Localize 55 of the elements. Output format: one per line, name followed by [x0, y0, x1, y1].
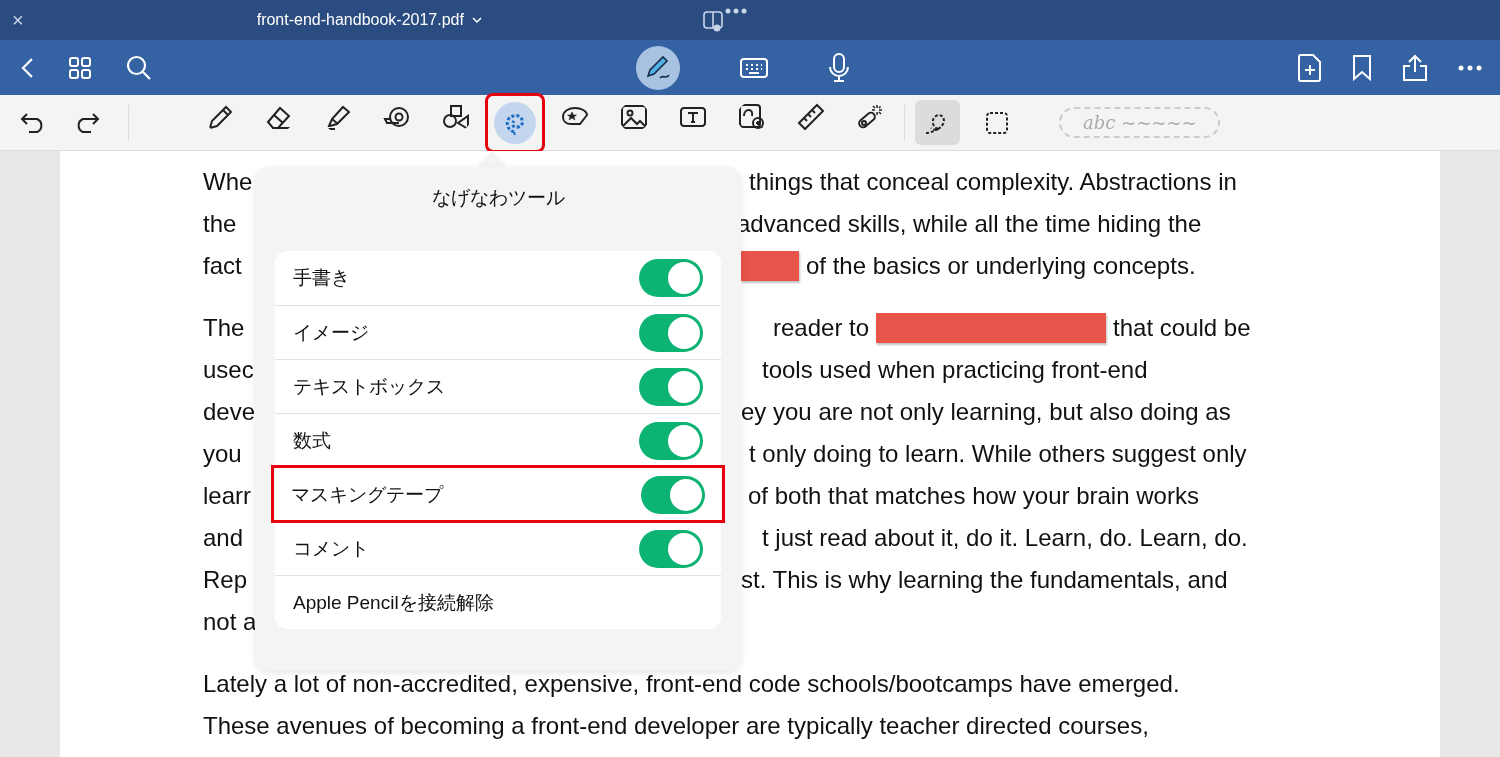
text-line: Lately a lot of non-accredited, expensive, front-end code schools/bootcamps have emerged.	[203, 669, 1180, 699]
toggle-switch[interactable]	[639, 421, 703, 460]
popover-title: なげなわツール	[430, 186, 566, 210]
setting-label: 手書き	[293, 266, 350, 290]
text-line: of the basics or underlying concepts.	[806, 251, 1196, 281]
text-line: st. This is why learning the fundamentals, and	[741, 565, 1228, 595]
text-line: and	[203, 523, 244, 553]
setting-label: テキストボックス	[293, 374, 445, 399]
bookmark-icon[interactable]	[1352, 54, 1372, 81]
microphone-icon[interactable]	[828, 52, 850, 83]
add-page-icon[interactable]	[1298, 53, 1322, 82]
share-icon[interactable]	[1402, 53, 1428, 82]
toggle-switch[interactable]	[641, 475, 705, 514]
text-line: Whe	[203, 167, 253, 197]
toggle-switch[interactable]	[639, 313, 703, 352]
text-line: not a	[203, 607, 257, 637]
pencil-icon[interactable]	[636, 45, 680, 90]
chevron-down-icon[interactable]	[471, 16, 482, 24]
text-line: t only doing to learn. While others suggest only	[749, 439, 1247, 469]
text-line: deve	[203, 397, 256, 427]
search-icon[interactable]	[126, 54, 152, 81]
lasso-tool[interactable]	[487, 94, 543, 151]
text-line: These avenues of becoming a front-end developer are typically teacher directed courses,	[203, 711, 1149, 741]
toggle-switch[interactable]	[639, 259, 703, 297]
freeform-select-tool[interactable]	[915, 100, 960, 145]
text-line: t just read about it, do it. Learn, do. Learn, do.	[762, 523, 1248, 553]
text-line: things that conceal complexity. Abstractions in	[749, 167, 1237, 197]
multitasking-icon[interactable]	[701, 8, 748, 32]
close-button[interactable]: ×	[12, 8, 24, 32]
text-line: reader to	[773, 313, 870, 343]
text-line: of both that matches how your brain works	[748, 481, 1199, 511]
disconnect-link[interactable]: Apple Pencilを接続解除	[293, 589, 494, 616]
setting-label: コメント	[293, 536, 369, 561]
setting-label: マスキングテープ	[291, 482, 443, 507]
lasso-icon	[494, 101, 536, 144]
text-line: the	[203, 209, 237, 239]
text-line: advanced skills, while all the time hiding the	[737, 209, 1202, 239]
text-line: Rep	[203, 565, 248, 595]
back-icon[interactable]	[20, 56, 34, 79]
toggle-switch[interactable]	[639, 529, 703, 568]
document-title[interactable]: front-end-handbook-2017.pdf	[256, 11, 464, 29]
text-line: you	[203, 439, 242, 469]
setting-label: 数式	[293, 428, 331, 453]
more-icon[interactable]	[1458, 64, 1482, 71]
text-line: ey you are not only learning, but also doing as	[741, 397, 1231, 427]
setting-label: イメージ	[293, 320, 369, 345]
text-line: tools used when practicing front-end	[762, 355, 1148, 385]
keyboard-icon[interactable]	[740, 57, 768, 78]
text-line: The	[203, 313, 245, 343]
text-line: that could be	[1113, 313, 1251, 343]
toggle-switch[interactable]	[639, 367, 703, 406]
text-line: usec	[203, 355, 254, 385]
grid-icon[interactable]	[68, 55, 92, 80]
text-line: fact	[203, 251, 242, 281]
text-line: learr	[203, 481, 251, 511]
